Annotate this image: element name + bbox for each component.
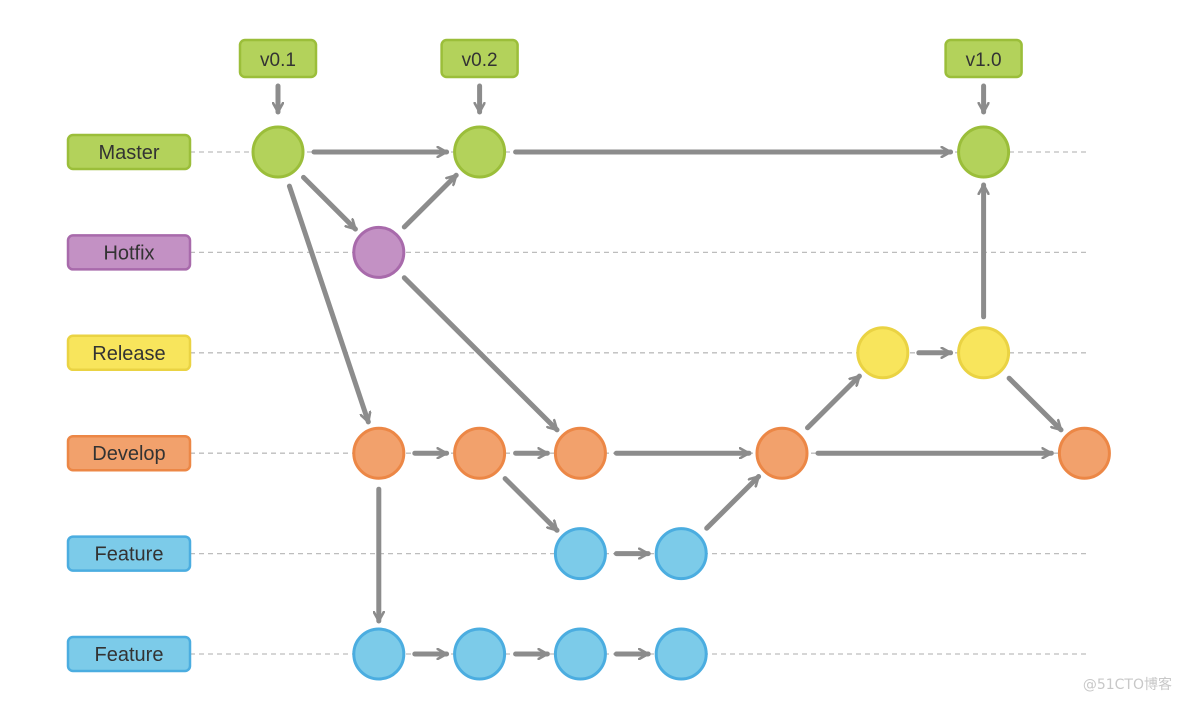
edge-m1-to-h1 xyxy=(301,174,358,232)
version-tag-v0.2: v0.2 xyxy=(440,38,519,115)
commit-node-f1a xyxy=(553,527,607,581)
branch-label: Release xyxy=(92,343,165,365)
commit-node-d2 xyxy=(453,426,507,480)
branch-label: Hotfix xyxy=(103,242,154,264)
edge-d4-to-r1 xyxy=(805,373,862,431)
tag-label: v0.2 xyxy=(462,50,498,71)
commit-node-d4 xyxy=(755,426,809,480)
branch-label: Feature xyxy=(95,644,164,666)
commit-node-f2c xyxy=(553,627,607,681)
branch-label: Develop xyxy=(92,443,165,465)
commit-node-f2a xyxy=(352,627,406,681)
edge-h1-to-m2 xyxy=(401,172,459,230)
watermark: @51CTO博客 xyxy=(1082,677,1172,693)
edge-d2-to-f1a xyxy=(502,476,560,533)
commit-node-f2d xyxy=(654,627,708,681)
tag-label: v0.1 xyxy=(260,50,296,71)
commit-node-r2 xyxy=(957,326,1011,380)
commit-node-f1b xyxy=(654,527,708,581)
version-tag-v1.0: v1.0 xyxy=(944,38,1023,115)
edge-r2-to-d5 xyxy=(1006,375,1064,433)
commit-nodes xyxy=(251,125,1111,681)
edge-f1b-to-d4 xyxy=(704,473,762,531)
version-tags: v0.1 v0.2 v1.0 xyxy=(238,38,1023,115)
edge-m1-to-d1 xyxy=(286,183,368,425)
commit-node-d3 xyxy=(553,426,607,480)
version-tag-v0.1: v0.1 xyxy=(238,38,318,115)
tag-label: v1.0 xyxy=(966,50,1002,71)
edge-h1-to-d3 xyxy=(401,275,560,433)
commit-node-d1 xyxy=(352,426,406,480)
branch-lanes: Master Hotfix Release Develop Feature Feature xyxy=(66,133,1087,673)
commit-node-m3 xyxy=(957,125,1011,179)
commit-node-f2b xyxy=(453,627,507,681)
commit-node-r1 xyxy=(856,326,910,380)
branch-label: Feature xyxy=(95,544,164,566)
branch-lane-hotfix: Hotfix xyxy=(66,234,1087,271)
commit-node-m1 xyxy=(251,125,305,179)
branch-label: Master xyxy=(98,142,159,164)
commit-node-h1 xyxy=(352,225,406,279)
git-flow-diagram: Master Hotfix Release Develop Feature Feature… xyxy=(66,38,1111,681)
commit-node-m2 xyxy=(453,125,507,179)
commit-node-d5 xyxy=(1057,426,1111,480)
